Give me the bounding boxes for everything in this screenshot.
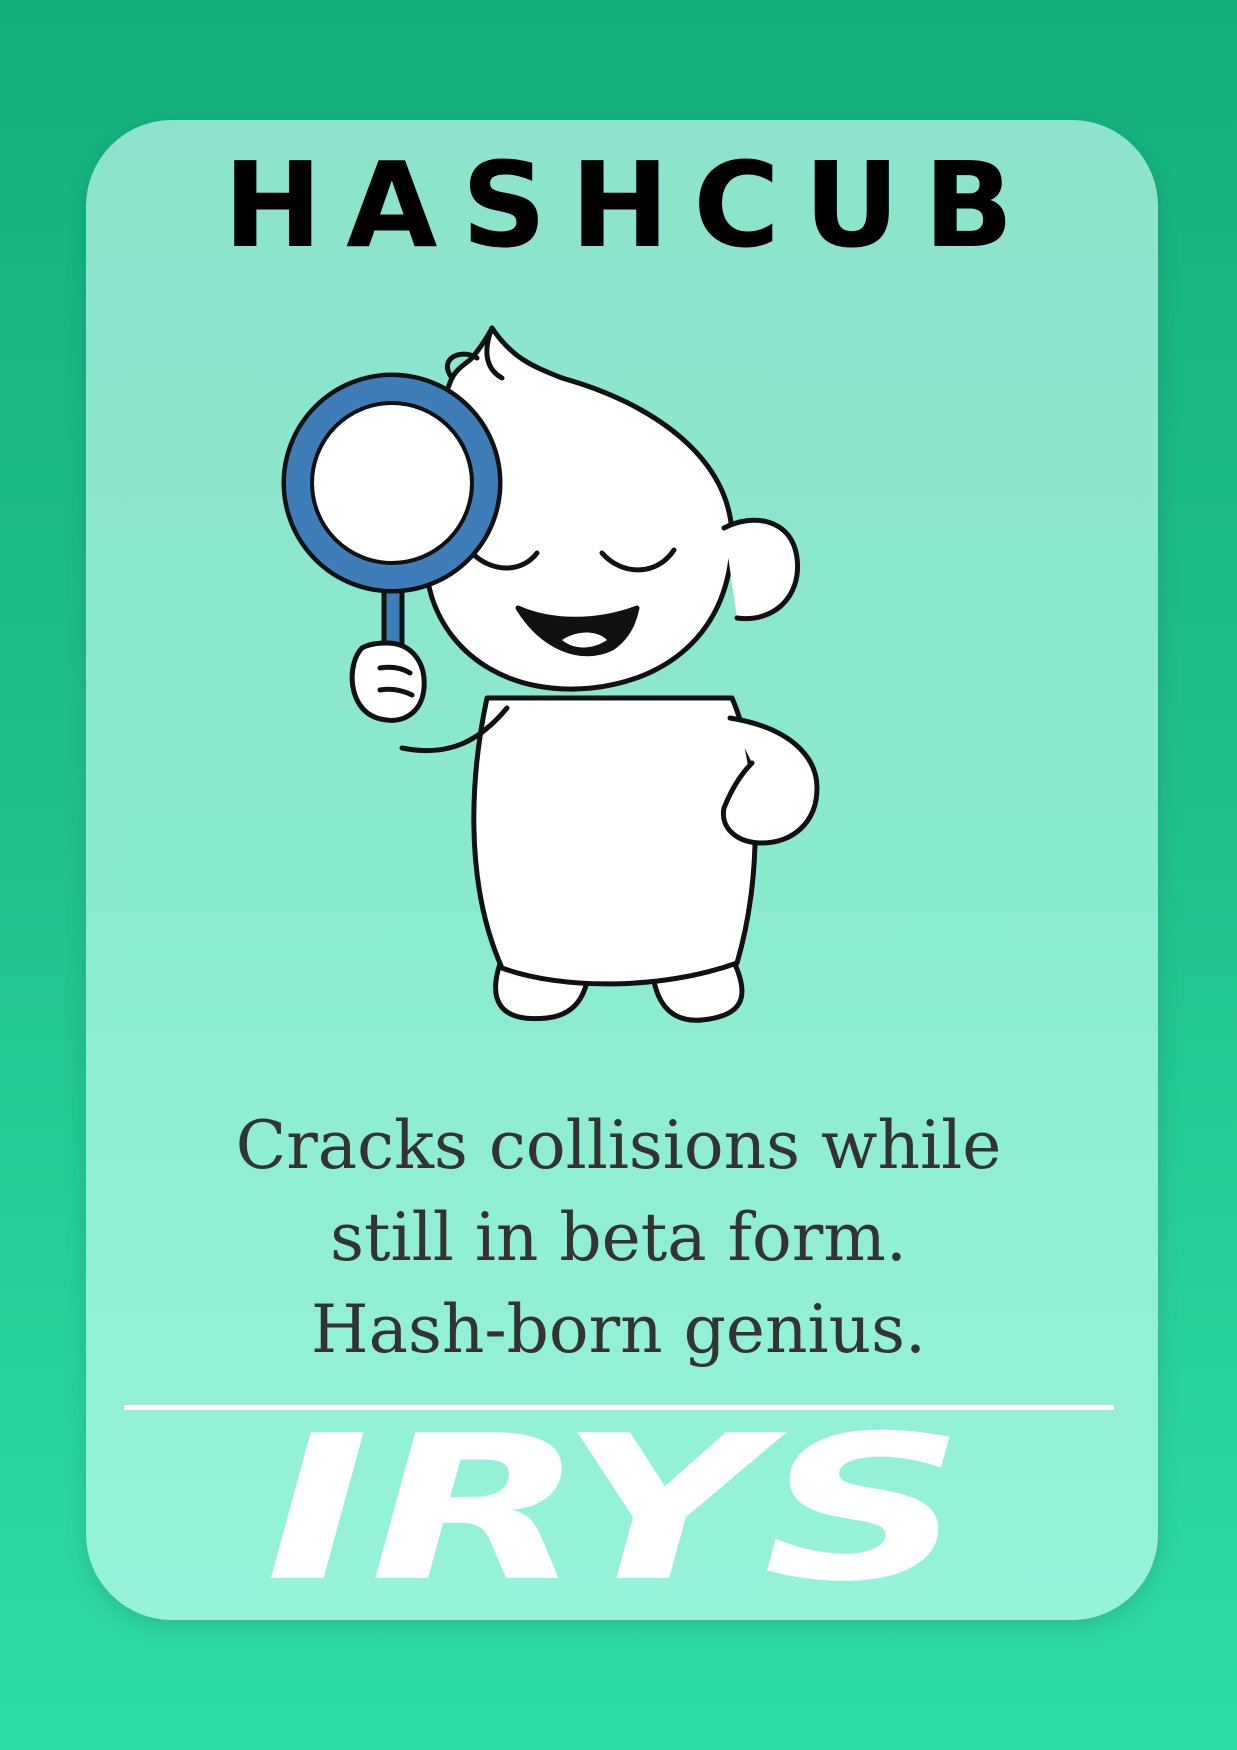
mascot-ear [721, 517, 801, 622]
card-title: HASHCUB [223, 136, 1038, 274]
card-description-line-1: Cracks collisions while [235, 1107, 1002, 1184]
magnifying-glass-icon [281, 372, 503, 594]
irys-logo: IRYS [250, 1428, 980, 1598]
brand-wordmark: IRYS [265, 1428, 965, 1598]
card-description-line-3: Hash-born genius. [311, 1291, 926, 1368]
mascot-with-magnifying-glass-icon [262, 318, 912, 1038]
card-description: Cracks collisions while still in beta fo… [0, 1100, 1237, 1376]
mascot-hand [349, 640, 427, 723]
mascot-body [471, 695, 758, 987]
card-description-line-2: still in beta form. [330, 1199, 907, 1276]
card-divider [124, 1405, 1114, 1410]
